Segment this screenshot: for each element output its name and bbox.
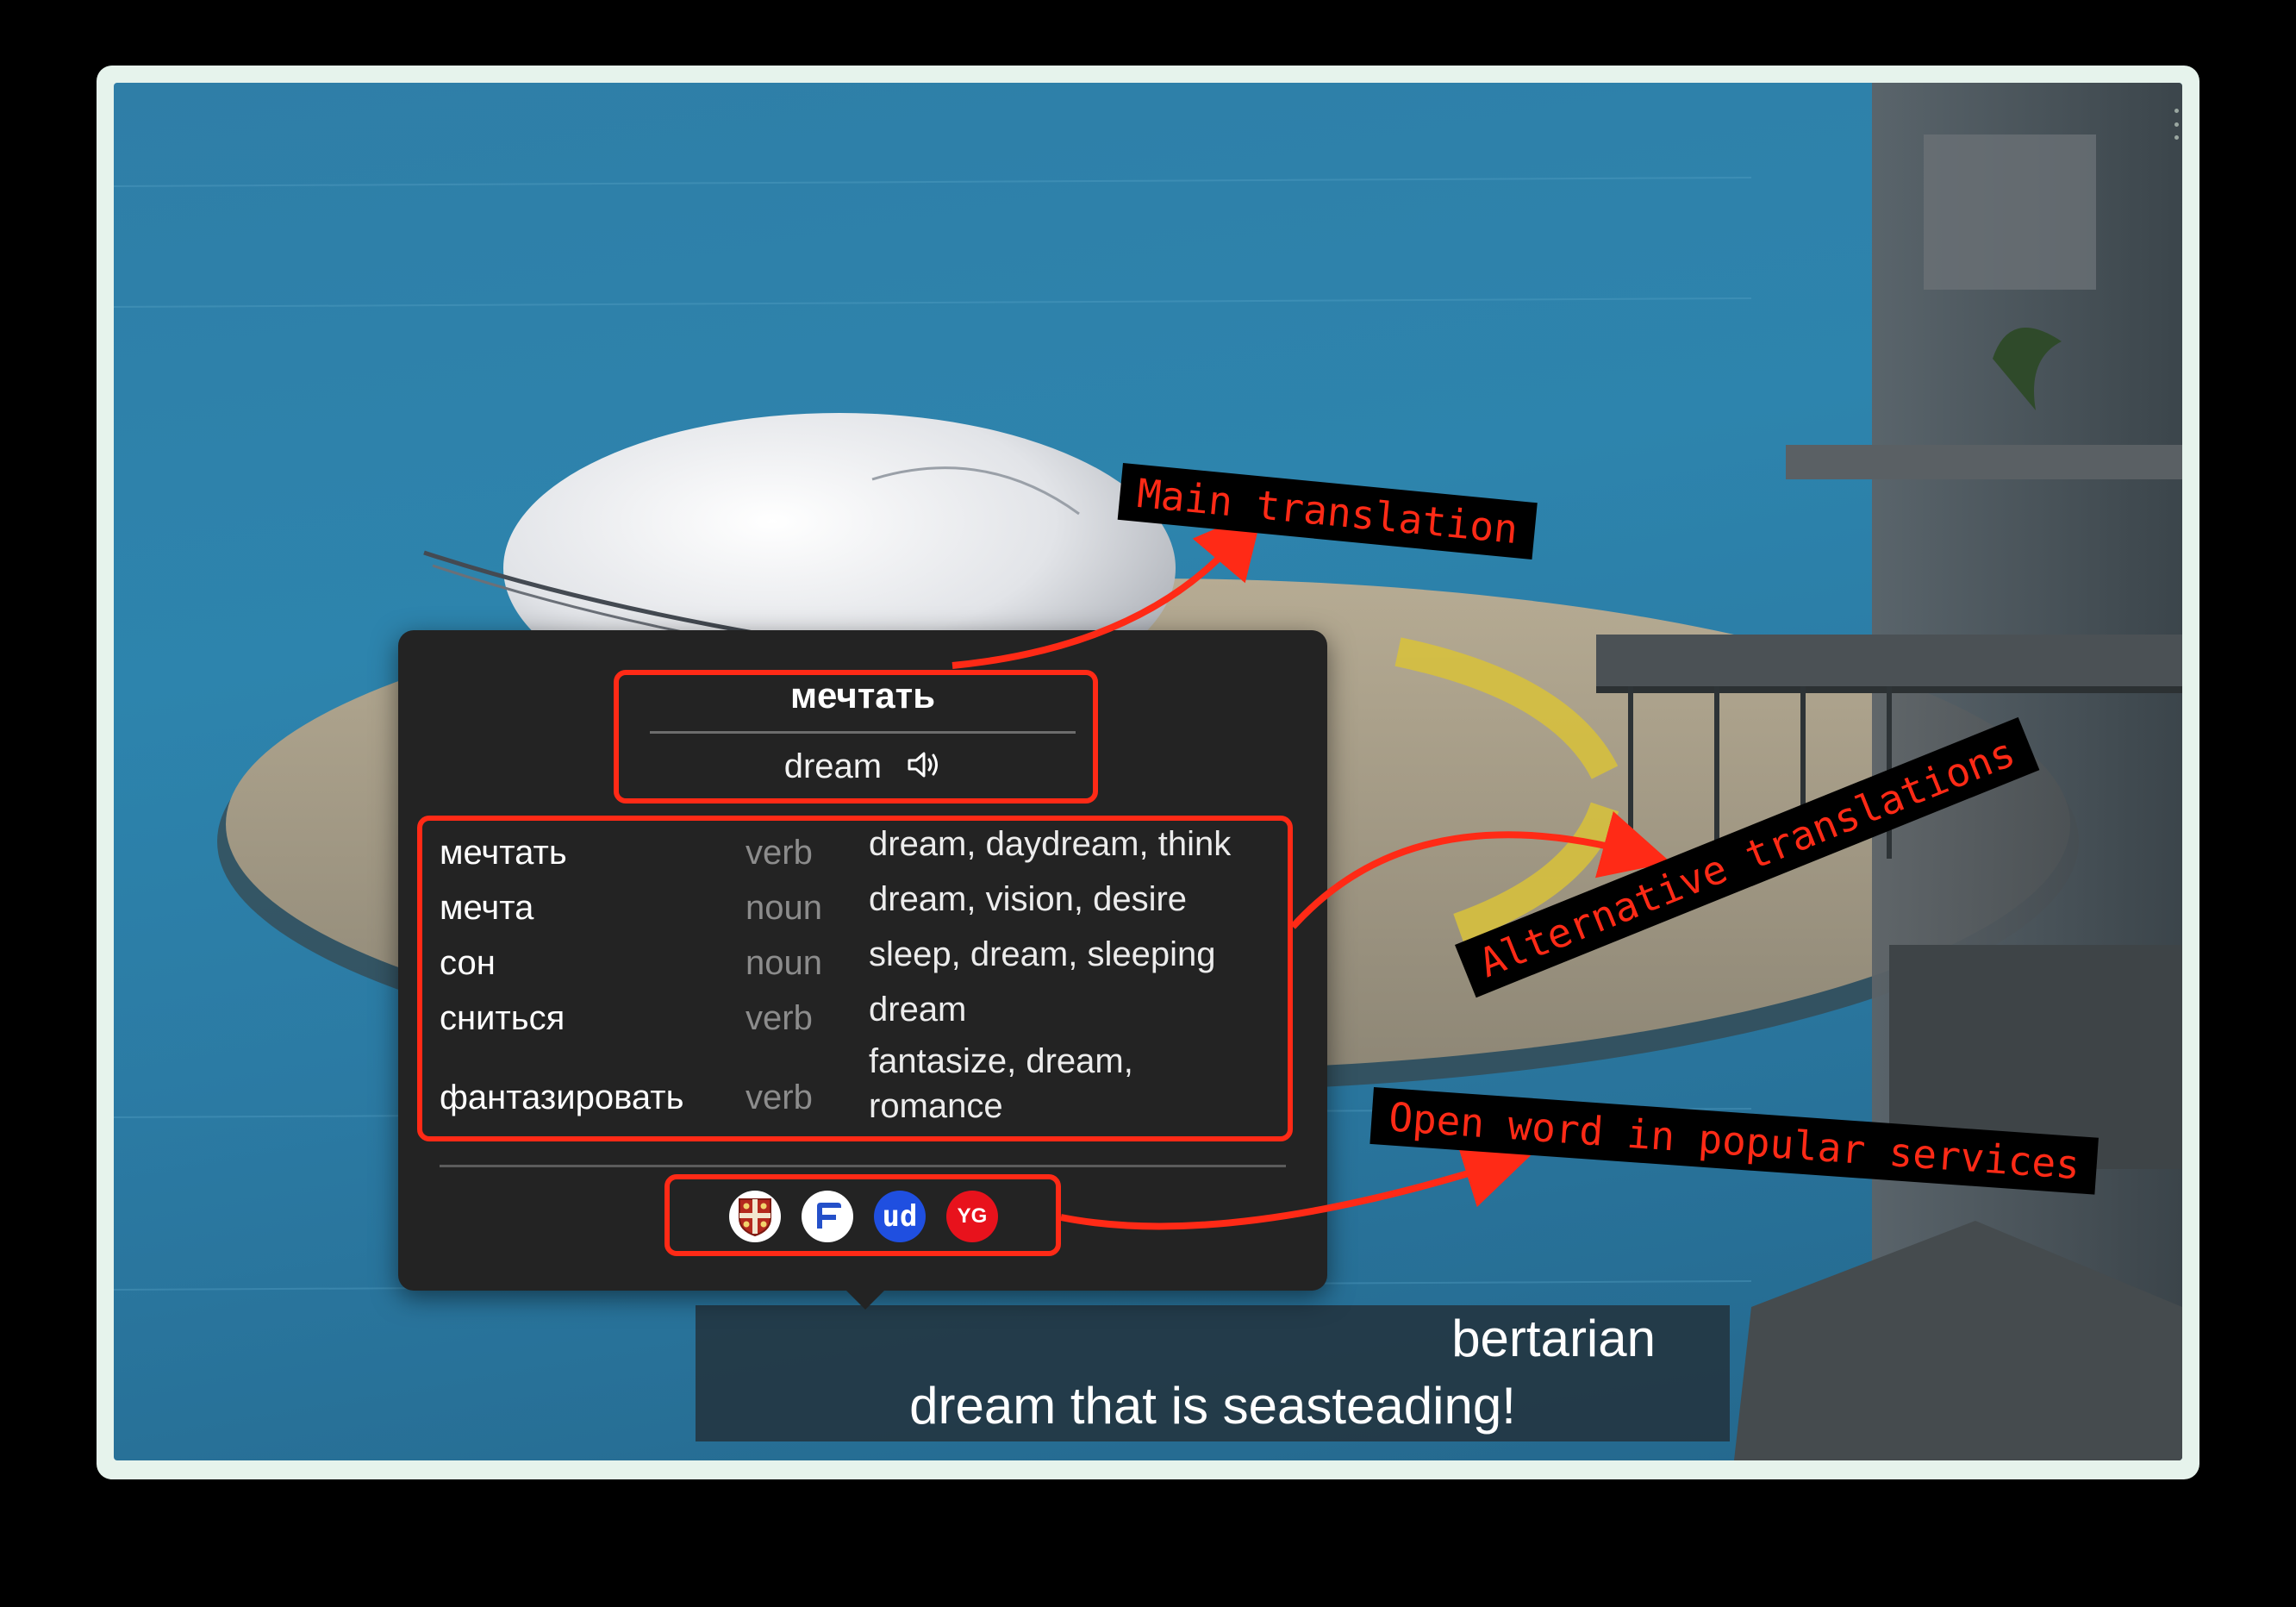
alternative-row[interactable]: фантазировать verb fantasize, dream, rom… [440, 1042, 1301, 1141]
forvo-icon[interactable] [802, 1191, 853, 1242]
main-divider [650, 731, 1076, 734]
subtitle-line-2[interactable]: dream that is seasteading! [696, 1373, 1730, 1440]
translation-popup: мечтать dream мечтать verb dream, daydre… [398, 630, 1327, 1310]
subtitle-box: bertarian dream that is seasteading! [696, 1305, 1730, 1441]
youglish-icon-text: YG [957, 1204, 988, 1228]
alt-word: мечтать [440, 834, 567, 872]
cambridge-crest-icon[interactable] [729, 1191, 781, 1242]
alt-word: мечта [440, 889, 534, 927]
alternative-row[interactable]: сниться verb dream [440, 991, 1301, 1046]
alternative-row[interactable]: мечта noun dream, vision, desire [440, 880, 1301, 935]
main-word: мечтать [789, 675, 936, 716]
ud-icon[interactable]: ud [874, 1191, 926, 1242]
alt-pos: noun [746, 889, 822, 927]
resize-handle[interactable] [2174, 109, 2179, 140]
subtitle-line-1[interactable]: bertarian [696, 1305, 1730, 1373]
ud-icon-text: ud [882, 1199, 918, 1234]
main-translation: dream [398, 747, 1327, 788]
popup-divider [440, 1165, 1286, 1167]
alt-translations: fantasize, dream, romance [869, 1042, 1133, 1125]
alt-translations: dream [869, 991, 967, 1029]
alt-pos: verb [746, 1079, 813, 1116]
alt-word: фантазировать [440, 1079, 684, 1116]
alt-pos: verb [746, 999, 813, 1037]
alternative-row[interactable]: мечтать verb dream, daydream, think [440, 825, 1301, 880]
alt-translations: dream, vision, desire [869, 880, 1188, 918]
alt-pos: noun [746, 944, 822, 982]
services-bar: ud YG [729, 1191, 998, 1246]
alt-word: сон [440, 944, 496, 982]
alt-translations: dream, daydream, think [869, 825, 1232, 863]
main-translation-text: dream [783, 747, 883, 785]
alt-translations: sleep, dream, sleeping [869, 935, 1216, 973]
speaker-icon[interactable] [907, 749, 941, 788]
alt-pos: verb [746, 834, 813, 872]
alternatives-table: мечтать verb dream, daydream, think мечт… [440, 825, 1301, 1141]
alt-word: сниться [440, 999, 565, 1037]
alternative-row[interactable]: сон noun sleep, dream, sleeping [440, 935, 1301, 991]
youglish-icon[interactable]: YG [946, 1191, 998, 1242]
popup-pointer [846, 1291, 884, 1310]
